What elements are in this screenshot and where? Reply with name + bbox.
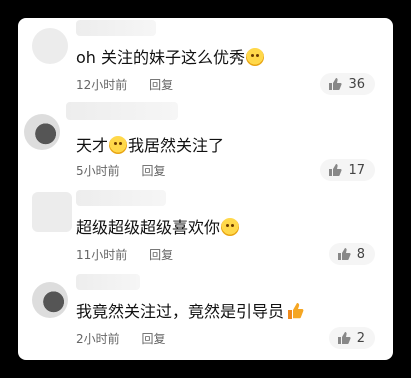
like-button[interactable]: 2 [328, 327, 375, 349]
comment-time: 5小时前 [76, 164, 120, 178]
smiley-emoji-icon [109, 136, 128, 154]
like-count: 2 [356, 330, 365, 346]
comment-meta: 5小时前 回复 [76, 162, 165, 179]
thumbs-up-emoji-icon [288, 303, 304, 319]
comment-time: 2小时前 [76, 332, 120, 346]
reply-button[interactable]: 回复 [149, 78, 173, 92]
comment-meta: 12小时前 回复 [76, 76, 173, 93]
comment-text: 天才 我居然关注了 [76, 136, 225, 155]
thumbs-up-icon [329, 164, 343, 176]
like-button[interactable]: 17 [320, 159, 375, 181]
reply-button[interactable]: 回复 [149, 248, 173, 262]
comment-time: 11小时前 [76, 248, 128, 262]
like-count: 36 [348, 76, 365, 92]
reply-button[interactable]: 回复 [141, 332, 165, 346]
comment-text: 超级超级超级喜欢你 [76, 218, 240, 238]
avatar[interactable] [24, 114, 60, 150]
smiley-emoji-icon [221, 218, 240, 236]
like-count: 17 [348, 162, 365, 178]
like-count: 8 [356, 246, 365, 262]
avatar[interactable] [32, 28, 68, 64]
thumbs-up-icon [337, 248, 351, 260]
comment-meta: 11小时前 回复 [76, 246, 173, 263]
username-blurred[interactable] [66, 102, 178, 120]
avatar[interactable] [32, 192, 72, 232]
like-button[interactable]: 36 [320, 73, 375, 95]
comment-list-card: oh 关注的妹子这么优秀 12小时前 回复 36 天才 我居然关注了 5小时前 回… [18, 18, 393, 360]
comment-text: 我竟然关注过，竟然是引导员 [76, 302, 304, 322]
comment-text: oh 关注的妹子这么优秀 [76, 48, 265, 68]
thumbs-up-icon [337, 332, 351, 344]
username-blurred[interactable] [76, 190, 166, 206]
thumbs-up-icon [329, 78, 343, 90]
avatar[interactable] [32, 282, 68, 318]
like-button[interactable]: 8 [328, 243, 375, 265]
username-blurred[interactable] [76, 20, 156, 36]
comment-meta: 2小时前 回复 [76, 330, 165, 347]
username-blurred[interactable] [76, 274, 140, 290]
comment-time: 12小时前 [76, 78, 128, 92]
reply-button[interactable]: 回复 [141, 164, 165, 178]
smiley-emoji-icon [246, 48, 265, 66]
